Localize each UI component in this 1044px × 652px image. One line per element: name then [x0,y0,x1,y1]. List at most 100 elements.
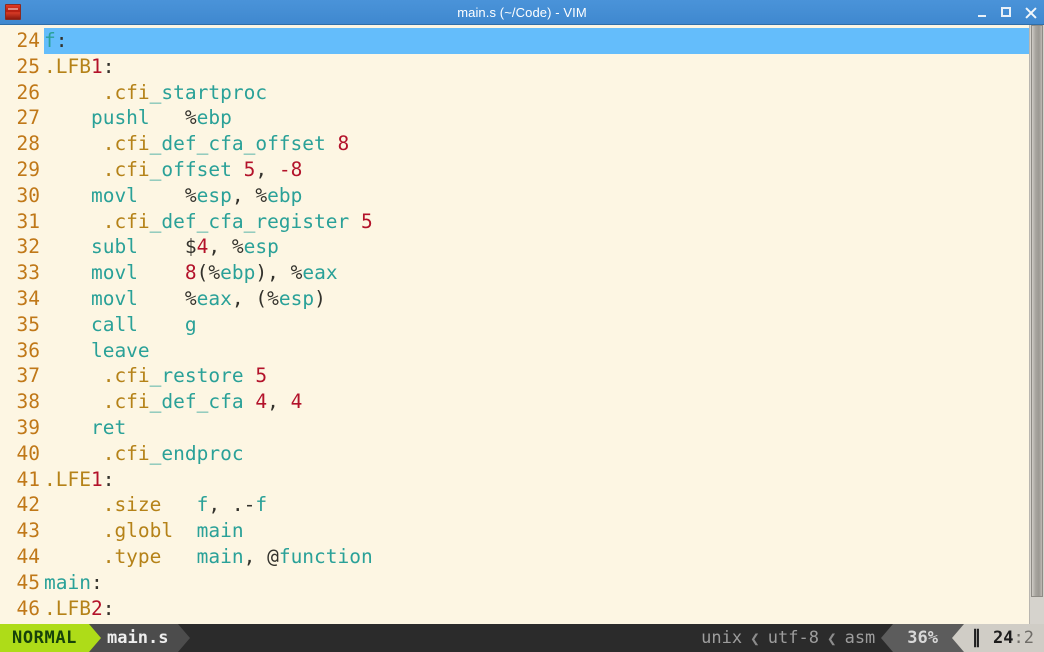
token-punct: , ( [231,286,268,310]
title-bar[interactable]: main.s (~/Code) - VIM [0,0,1044,25]
line-number: 41 [16,467,40,491]
status-mode: NORMAL [0,624,90,652]
status-line-number: 24 [993,628,1014,648]
token-num: 1 [90,467,103,491]
line-number: 42 [16,493,40,517]
code-line[interactable]: 46 .LFB2: [0,596,1029,622]
line-number: 28 [16,132,40,156]
percent-separator-arrow-icon [881,624,894,652]
line-number: 27 [16,106,40,130]
token-ident: f [196,493,209,517]
code-line[interactable]: 31 .cfi_def_cfa_register 5 [0,209,1029,235]
token-dir: .cfi [44,390,150,414]
token-num: 8 [184,261,197,285]
code-line[interactable]: 45 main: [0,570,1029,596]
token-instr: call [44,312,185,336]
code-line[interactable]: 32 subl $4, %esp [0,234,1029,260]
token-punct: , [208,235,232,259]
code-line[interactable]: 27 pushl %ebp [0,105,1029,131]
line-number: 33 [16,261,40,285]
token-punct: : [102,54,115,78]
status-column-number: 2 [1023,628,1034,648]
line-column-icon: ∥ [972,627,982,648]
line-number: 44 [16,544,40,568]
line-number: 38 [16,390,40,414]
code-line[interactable]: 41 .LFE1: [0,467,1029,493]
code-line[interactable]: 24 f: [0,28,1029,54]
close-icon[interactable] [1024,6,1037,19]
code-line[interactable]: 29 .cfi_offset 5, -8 [0,157,1029,183]
token-ident: f [255,493,268,517]
token-instr: leave [44,338,150,362]
code-buffer[interactable]: 24 f: 25 .LFB1: 26 .cfi_startproc 27 pushl %e… [0,25,1029,624]
line-number: 30 [16,183,40,207]
token-dir: .LFE [44,467,91,491]
line-content: movl 8(%ebp), %eax [44,260,1029,286]
line-content: .LFB2: [44,596,1029,622]
code-line[interactable]: 34 movl %eax, (%esp) [0,286,1029,312]
status-position: ∥ 24:2 [964,624,1044,652]
token-num: 5 [243,157,256,181]
token-punct: ( [196,261,209,285]
line-content: .cfi_restore 5 [44,363,1029,389]
line-number: 43 [16,519,40,543]
line-number: 35 [16,312,40,336]
token-label: main [44,570,91,594]
line-number: 29 [16,157,40,181]
token-punct: .- [231,493,256,517]
code-line[interactable]: 28 .cfi_def_cfa_offset 8 [0,131,1029,157]
minimize-icon[interactable] [976,6,989,19]
token-punct: : [102,596,115,620]
code-line[interactable]: 39 ret [0,415,1029,441]
code-line[interactable]: 25 .LFB1: [0,54,1029,80]
code-line[interactable]: 26 .cfi_startproc [0,80,1029,106]
token-dir: .cfi [44,209,150,233]
code-line[interactable]: 36 leave [0,338,1029,364]
token-num: 4 [255,390,268,414]
line-content: .cfi_def_cfa_register 5 [44,209,1029,235]
token-reg: esp [243,235,279,259]
token-reg: ebp [267,183,303,207]
maximize-icon[interactable] [1000,6,1013,19]
token-punct: % [290,261,303,285]
code-line[interactable]: 40 .cfi_endproc [0,441,1029,467]
token-num: 4 [196,235,209,259]
line-content: .globl main [44,518,1029,544]
line-content: .size f, .-f [44,492,1029,518]
status-fileformat: unix [695,624,749,652]
token-dir: .cfi [44,80,150,104]
token-num: 5 [255,364,268,388]
scrollbar-thumb[interactable] [1031,25,1043,597]
vertical-scrollbar[interactable] [1029,25,1044,624]
token-num: 8 [337,132,350,156]
editor-area[interactable]: 24 f: 25 .LFB1: 26 .cfi_startproc 27 pushl %e… [0,25,1044,624]
position-separator-arrow-icon [952,624,965,652]
line-content: ret [44,415,1029,441]
code-line[interactable]: 43 .globl main [0,518,1029,544]
line-content: .LFE1: [44,467,1029,493]
code-line[interactable]: 33 movl 8(%ebp), %eax [0,260,1029,286]
line-number: 40 [16,441,40,465]
chevron-left-icon-1: ❮ [750,628,760,648]
code-line[interactable]: 44 .type main, @function [0,544,1029,570]
token-reg: esp [196,183,232,207]
token-punct: % [255,183,268,207]
line-number: 39 [16,415,40,439]
token-instr: _endproc [149,441,244,465]
token-reg: eax [302,261,338,285]
line-number: 45 [16,570,40,594]
line-number: 34 [16,286,40,310]
token-instr: _def_cfa_register [149,209,361,233]
token-ident: main [196,519,244,543]
status-position-text: 24:2 [993,628,1034,648]
status-percent: 36% [893,624,953,652]
line-content: leave [44,338,1029,364]
token-dir: .LFB [44,54,91,78]
code-line[interactable]: 42 .size f, .-f [0,492,1029,518]
code-line[interactable]: 37 .cfi_restore 5 [0,363,1029,389]
code-line[interactable]: 30 movl %esp, %ebp [0,183,1029,209]
token-punct: ) [314,286,326,310]
code-line[interactable]: 38 .cfi_def_cfa 4, 4 [0,389,1029,415]
token-num: 2 [90,596,103,620]
code-line[interactable]: 35 call g [0,312,1029,338]
